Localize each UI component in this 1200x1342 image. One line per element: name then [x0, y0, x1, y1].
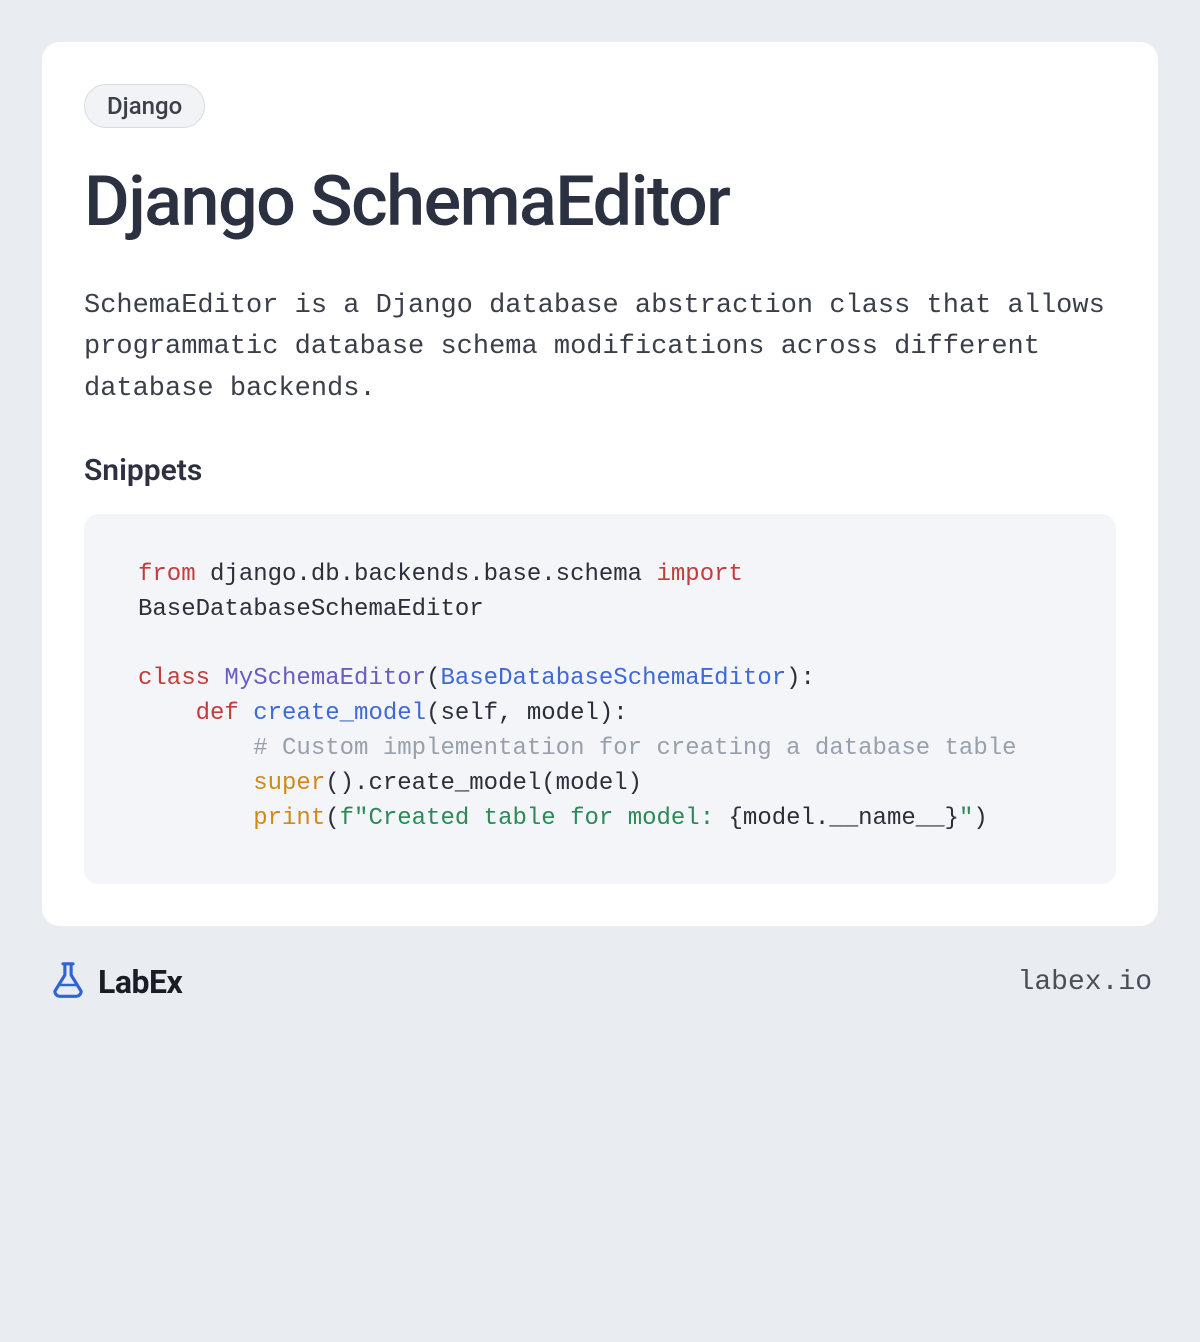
code-token: ) [973, 805, 987, 832]
page-root: Django Django SchemaEditor SchemaEditor … [0, 0, 1200, 1046]
code-token: print [253, 805, 325, 832]
code-token [138, 805, 253, 832]
code-token: {model.__name__} [729, 805, 959, 832]
code-token: " [959, 805, 973, 832]
brand-name: LabEx [98, 963, 182, 1001]
code-token: ( [426, 665, 440, 692]
flask-icon [48, 960, 88, 1004]
code-token: def [196, 700, 239, 727]
code-token: ( [325, 805, 339, 832]
code-token: BaseDatabaseSchemaEditor [440, 665, 786, 692]
code-token: f"Created table for model: [340, 805, 729, 832]
content-card: Django Django SchemaEditor SchemaEditor … [42, 42, 1158, 926]
snippets-heading: Snippets [84, 453, 1116, 488]
site-url[interactable]: labex.io [1018, 967, 1152, 998]
page-title: Django SchemaEditor [84, 166, 1116, 240]
code-token: ): [786, 665, 815, 692]
code-snippet: from django.db.backends.base.schema impo… [84, 514, 1116, 884]
code-token [210, 665, 224, 692]
code-token: django.db.backends.base.schema [196, 561, 657, 588]
code-token: # Custom implementation for creating a d… [253, 735, 1016, 762]
code-token [138, 700, 196, 727]
code-token [138, 770, 253, 797]
code-token: super [253, 770, 325, 797]
code-token: create_model [253, 700, 426, 727]
code-token: from [138, 561, 196, 588]
code-token: MySchemaEditor [224, 665, 426, 692]
code-token: class [138, 665, 210, 692]
code-token: (self, model): [426, 700, 628, 727]
code-token [239, 700, 253, 727]
code-token: ().create_model(model) [325, 770, 642, 797]
brand-logo[interactable]: LabEx [48, 960, 182, 1004]
code-token [138, 735, 253, 762]
code-token: import [656, 561, 742, 588]
topic-tag[interactable]: Django [84, 84, 205, 128]
footer: LabEx labex.io [42, 960, 1158, 1004]
description-text: SchemaEditor is a Django database abstra… [84, 286, 1116, 412]
